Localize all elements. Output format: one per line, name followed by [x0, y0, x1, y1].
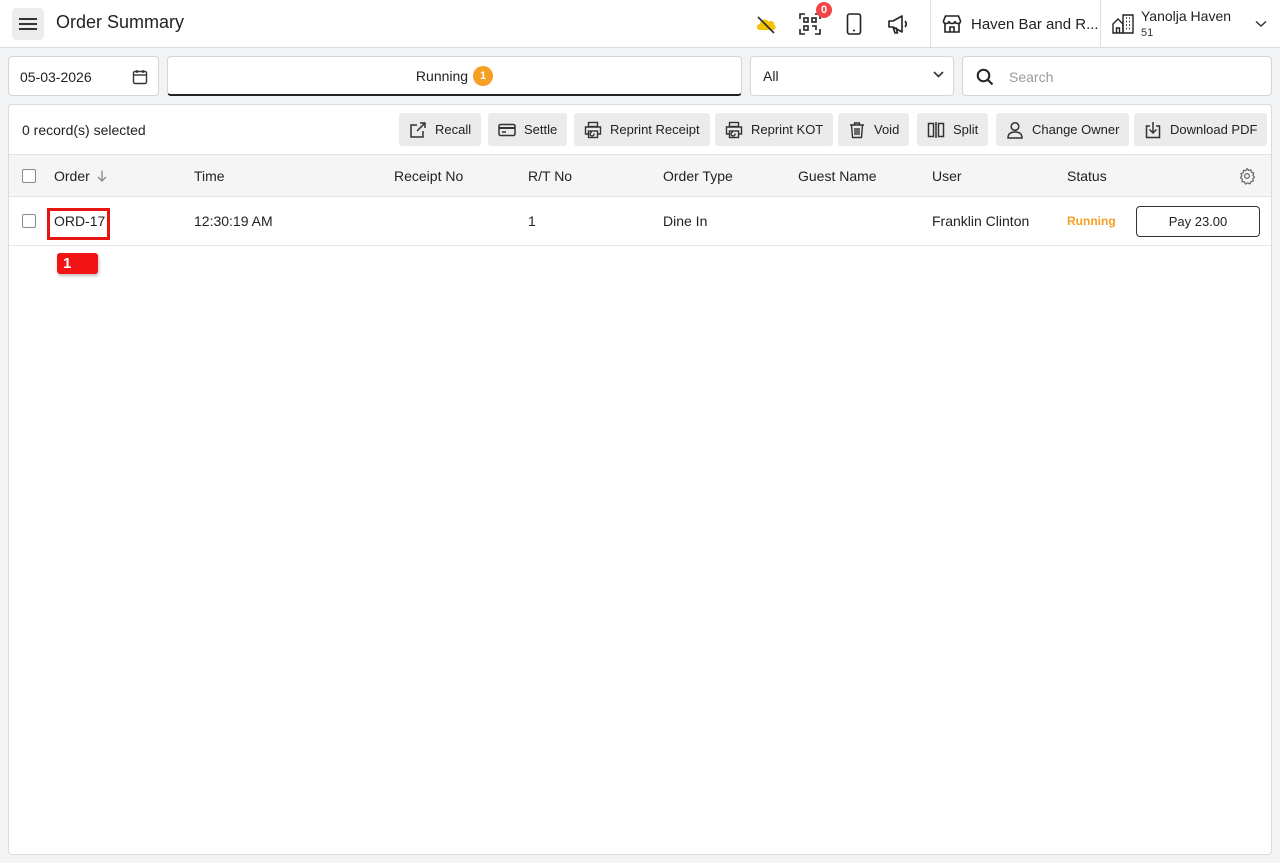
- trash-icon: [850, 121, 864, 138]
- running-count-badge: 1: [473, 65, 494, 86]
- printer-icon: [584, 121, 602, 138]
- download-icon: [1145, 121, 1161, 138]
- download-pdf-label: Download PDF: [1170, 122, 1258, 137]
- recall-button[interactable]: Recall: [399, 113, 482, 146]
- store-icon: [942, 15, 962, 33]
- notification-badge: 0: [816, 2, 832, 18]
- column-header-order[interactable]: Order: [54, 168, 90, 184]
- printer-icon: [725, 121, 743, 138]
- menu-icon: [19, 18, 37, 30]
- select-all-checkbox[interactable]: [22, 169, 36, 183]
- date-value: 05-03-2026: [20, 69, 92, 85]
- organization-number: 51: [1141, 27, 1154, 39]
- credit-card-icon: [498, 123, 516, 136]
- sort-arrow-down-icon[interactable]: [97, 170, 107, 182]
- date-picker[interactable]: 05-03-2026: [8, 56, 159, 96]
- split-label: Split: [953, 122, 979, 137]
- order-type-select[interactable]: All: [750, 56, 954, 96]
- change-owner-button[interactable]: Change Owner: [996, 113, 1130, 146]
- reprint-receipt-button[interactable]: Reprint Receipt: [574, 113, 710, 146]
- hamburger-menu-button[interactable]: [12, 8, 44, 40]
- reprint-receipt-label: Reprint Receipt: [610, 122, 700, 137]
- organization-name: Yanolja Haven: [1141, 8, 1232, 24]
- orders-panel: 0 record(s) selected Recall Settle Repri…: [8, 104, 1272, 855]
- tab-running[interactable]: Running 1: [167, 56, 742, 96]
- order-type: Dine In: [663, 213, 708, 229]
- user-name: Franklin Clinton: [932, 213, 1030, 229]
- void-label: Void: [874, 122, 900, 137]
- change-owner-label: Change Owner: [1032, 122, 1120, 137]
- calendar-icon: [132, 70, 148, 85]
- user-icon: [1007, 121, 1023, 139]
- chevron-down-icon: [1255, 20, 1267, 28]
- megaphone-icon[interactable]: [886, 12, 910, 36]
- external-link-icon: [410, 121, 426, 138]
- settle-button[interactable]: Settle: [488, 113, 568, 146]
- page-title: Order Summary: [56, 12, 185, 32]
- annotation-marker: 1: [57, 253, 98, 274]
- search-input[interactable]: [1009, 65, 1259, 89]
- search-icon: [976, 68, 994, 86]
- search-box: [962, 56, 1272, 96]
- reprint-kot-button[interactable]: Reprint KOT: [715, 113, 834, 146]
- chevron-down-icon: [933, 71, 944, 78]
- column-header-user: User: [932, 168, 962, 184]
- tab-running-label: Running: [415, 67, 469, 84]
- split-icon: [927, 121, 945, 138]
- store-selector[interactable]: Haven Bar and R...: [942, 0, 1099, 48]
- row-checkbox[interactable]: [22, 214, 36, 228]
- void-button[interactable]: Void: [838, 113, 910, 146]
- gear-icon[interactable]: [1238, 167, 1256, 185]
- pay-button[interactable]: Pay 23.00: [1136, 206, 1260, 237]
- table-row[interactable]: ORD-17 12:30:19 AM 1 Dine In Franklin Cl…: [9, 197, 1271, 246]
- store-name: Haven Bar and R...: [971, 15, 1099, 33]
- top-bar: Order Summary 0 Haven Bar and R... Yanol…: [0, 0, 1280, 48]
- divider: [930, 0, 931, 48]
- column-header-status: Status: [1067, 168, 1107, 184]
- download-pdf-button[interactable]: Download PDF: [1134, 113, 1268, 146]
- order-time: 12:30:19 AM: [194, 213, 273, 229]
- column-header-order-type: Order Type: [663, 168, 733, 184]
- tablet-icon[interactable]: [842, 12, 866, 36]
- table-header: Order Time Receipt No R/T No Order Type …: [9, 154, 1271, 197]
- order-type-selected: All: [763, 68, 779, 84]
- rt-no: 1: [528, 213, 536, 229]
- selection-count: 0 record(s) selected: [22, 122, 146, 138]
- recall-label: Recall: [435, 122, 472, 137]
- cloud-offline-icon[interactable]: [754, 12, 778, 36]
- buildings-icon: [1112, 14, 1134, 34]
- divider: [1100, 0, 1101, 48]
- settle-label: Settle: [524, 122, 558, 137]
- column-header-time: Time: [194, 168, 225, 184]
- order-id[interactable]: ORD-17: [54, 213, 105, 229]
- reprint-kot-label: Reprint KOT: [751, 122, 824, 137]
- column-header-rt-no: R/T No: [528, 168, 573, 184]
- organization-selector[interactable]: Yanolja Haven 51: [1112, 0, 1272, 48]
- column-header-guest-name: Guest Name: [798, 168, 877, 184]
- column-header-receipt-no: Receipt No: [394, 168, 464, 184]
- split-button[interactable]: Split: [917, 113, 989, 146]
- status-badge: Running: [1067, 214, 1116, 228]
